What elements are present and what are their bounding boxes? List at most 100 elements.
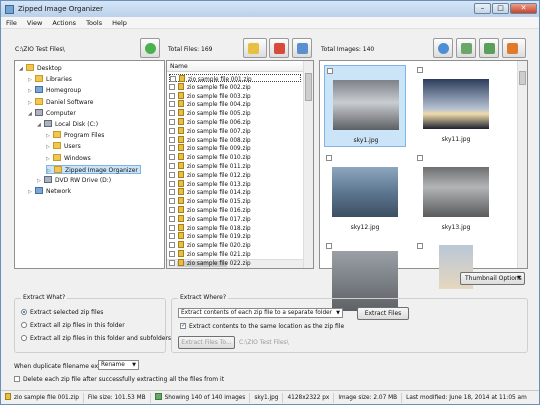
menu-view[interactable]: View xyxy=(22,17,47,28)
thumbnail-checkbox[interactable] xyxy=(326,243,332,249)
file-list[interactable]: Name zio sample file 001.zip zio sample f… xyxy=(166,60,314,269)
tree-item[interactable]: ▷ Network xyxy=(28,187,71,196)
maximize-button[interactable]: □ xyxy=(492,3,509,14)
file-checkbox[interactable] xyxy=(169,207,175,213)
thumb-scroll-thumb[interactable] xyxy=(519,71,526,85)
expand-arrow-icon[interactable]: ▷ xyxy=(28,76,35,85)
delete-zip-button[interactable] xyxy=(269,38,289,58)
tree-item[interactable]: ▷ Windows xyxy=(46,153,91,164)
file-row[interactable]: zio sample file 021.zip xyxy=(169,250,251,258)
file-checkbox[interactable] xyxy=(169,171,175,178)
thumbnail-checkbox[interactable] xyxy=(327,68,333,74)
option-all-in-folder[interactable]: Extract all zip files in this folder xyxy=(21,322,125,329)
file-checkbox[interactable] xyxy=(169,119,175,125)
tree-item[interactable]: ▷ DVD RW Drive (D:) xyxy=(37,176,111,185)
extract-mode-select[interactable]: Extract contents of each zip file to a s… xyxy=(178,308,343,318)
delete-after-checkbox[interactable]: Delete each zip file after successfully … xyxy=(14,376,224,383)
thumbnail-panel[interactable]: sky1.jpg sky11.jpg sky12.jpg sky13.jpg xyxy=(319,60,528,311)
extract-files-to-button[interactable]: Extract Files To... xyxy=(178,336,235,349)
thumbnail-card[interactable]: sky1.jpg xyxy=(324,65,406,147)
collapse-arrow-icon[interactable]: ◢ xyxy=(28,110,35,119)
thumbnail-checkbox[interactable] xyxy=(326,155,332,161)
file-checkbox[interactable] xyxy=(169,127,175,134)
name-column-header[interactable]: Name xyxy=(167,61,303,72)
close-button[interactable]: ✕ xyxy=(510,3,537,14)
open-image-button[interactable] xyxy=(456,38,476,58)
thumbnail-scrollbar[interactable] xyxy=(517,61,527,268)
minimize-button[interactable]: – xyxy=(474,3,491,14)
file-checkbox[interactable] xyxy=(169,180,175,187)
save-image-button[interactable] xyxy=(479,38,499,58)
expand-arrow-icon[interactable]: ▷ xyxy=(46,132,53,141)
file-row[interactable]: zio sample file 002.zip xyxy=(169,82,251,91)
file-checkbox[interactable] xyxy=(169,154,175,161)
file-checkbox[interactable] xyxy=(169,224,175,231)
menu-file[interactable]: File xyxy=(1,17,22,28)
file-row[interactable]: zio sample file 005.zip xyxy=(169,109,251,117)
file-checkbox[interactable] xyxy=(169,189,175,196)
thumbnail-checkbox[interactable] xyxy=(417,155,423,161)
thumbnail-card[interactable]: sky11.jpg xyxy=(415,65,497,147)
file-list-scrollbar[interactable] xyxy=(303,61,313,268)
collapse-arrow-icon[interactable]: ◢ xyxy=(19,65,26,74)
same-location-checkbox[interactable]: ✓ Extract contents to the same location a… xyxy=(180,322,344,330)
file-row[interactable]: zio sample file 004.zip xyxy=(169,100,251,108)
file-checkbox[interactable] xyxy=(169,242,175,249)
thumbnail-card[interactable]: sky13.jpg xyxy=(415,153,497,235)
refresh-button[interactable] xyxy=(140,38,160,58)
file-row[interactable]: zio sample file 015.zip xyxy=(169,197,251,205)
file-row[interactable]: zio sample file 006.zip xyxy=(169,118,251,126)
file-checkbox[interactable] xyxy=(169,215,175,222)
menu-tools[interactable]: Tools xyxy=(81,17,107,28)
tree-item[interactable]: ◢ Desktop xyxy=(19,64,62,73)
file-checkbox[interactable] xyxy=(169,110,175,117)
menu-actions[interactable]: Actions xyxy=(47,17,81,28)
file-row[interactable]: zio sample file 018.zip xyxy=(169,223,251,232)
extract-dropdown-button[interactable] xyxy=(243,38,267,58)
tree-item[interactable]: ▷ Daniel Software xyxy=(28,97,93,108)
folder-tree[interactable]: ◢ Desktop ▷ Libraries ▷ Homegroup ▷ Daniel Soft… xyxy=(14,60,165,269)
file-checkbox[interactable] xyxy=(169,92,175,99)
file-row[interactable]: zio sample file 016.zip xyxy=(169,206,251,214)
file-row[interactable]: zio sample file 019.zip xyxy=(169,232,251,240)
file-checkbox[interactable] xyxy=(169,198,175,205)
file-checkbox[interactable] xyxy=(169,163,175,169)
view-options-button[interactable] xyxy=(292,38,312,58)
file-row[interactable]: zio sample file 013.zip xyxy=(169,179,251,188)
tree-item[interactable]: ▷ Program Files xyxy=(46,131,104,140)
file-row[interactable]: zio sample file 017.zip xyxy=(169,214,251,223)
file-checkbox[interactable] xyxy=(169,251,175,257)
thumbnail-checkbox[interactable] xyxy=(417,67,423,73)
file-row[interactable]: zio sample file 001.zip xyxy=(169,74,301,83)
expand-arrow-icon[interactable]: ▷ xyxy=(46,155,53,164)
expand-arrow-icon[interactable]: ▷ xyxy=(47,167,54,176)
file-row[interactable]: zio sample file 011.zip xyxy=(169,162,251,170)
thumbnail-card[interactable]: sky12.jpg xyxy=(324,153,406,235)
file-row[interactable]: zio sample file 022.zip xyxy=(169,258,251,267)
file-checkbox[interactable] xyxy=(170,76,176,82)
file-row[interactable]: zio sample file 009.zip xyxy=(169,144,251,152)
thumbnail-checkbox[interactable] xyxy=(417,243,423,249)
file-row[interactable]: zio sample file 010.zip xyxy=(169,153,251,161)
scroll-thumb[interactable] xyxy=(305,73,312,101)
file-row[interactable]: zio sample file 007.zip xyxy=(169,126,251,135)
extract-files-button[interactable]: Extract Files xyxy=(357,307,409,320)
menu-help[interactable]: Help xyxy=(107,17,132,28)
duplicate-select[interactable]: Rename ▼ xyxy=(98,360,139,370)
file-checkbox[interactable] xyxy=(169,259,175,266)
tree-item[interactable]: ▷ Homegroup xyxy=(28,86,81,95)
expand-arrow-icon[interactable]: ▷ xyxy=(28,87,35,96)
file-checkbox[interactable] xyxy=(169,101,175,108)
file-row[interactable]: zio sample file 014.zip xyxy=(169,188,251,196)
zoom-button[interactable] xyxy=(433,38,453,58)
tree-item[interactable]: ▷ Users xyxy=(46,142,81,151)
tree-item[interactable]: ◢ Computer xyxy=(28,108,76,119)
collapse-arrow-icon[interactable]: ◢ xyxy=(37,121,44,130)
file-checkbox[interactable] xyxy=(169,145,175,152)
file-row[interactable]: zio sample file 020.zip xyxy=(169,241,251,249)
file-row[interactable]: zio sample file 008.zip xyxy=(169,135,251,144)
expand-arrow-icon[interactable]: ▷ xyxy=(28,188,35,197)
thumbnail-options-button[interactable]: Thumbnail Options ▼ xyxy=(460,272,525,285)
tree-item[interactable]: ▷ Libraries xyxy=(28,75,72,84)
expand-arrow-icon[interactable]: ▷ xyxy=(28,99,35,108)
